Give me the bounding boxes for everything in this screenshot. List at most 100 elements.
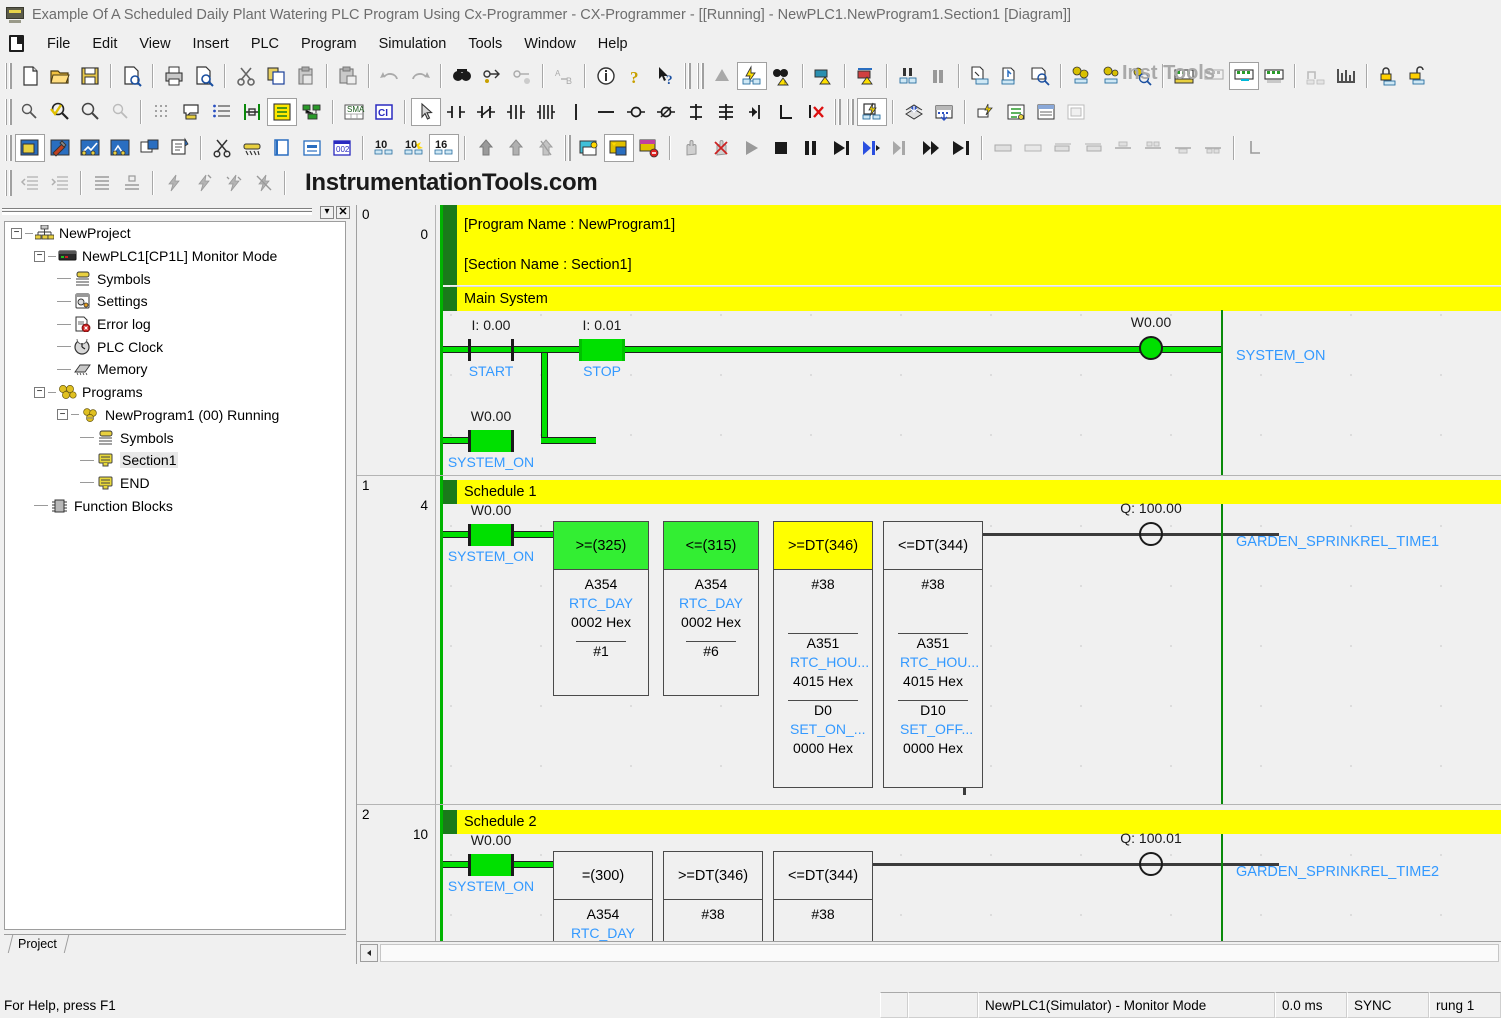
properties-icon[interactable] [591, 62, 621, 90]
tree-node-end[interactable]: END [5, 472, 345, 495]
expander-collapse-icon[interactable]: − [34, 386, 45, 398]
expander-collapse-icon[interactable]: − [11, 227, 22, 239]
menu-insert[interactable]: Insert [182, 33, 240, 55]
tree-node-symbols[interactable]: Symbols [5, 267, 345, 290]
menu-program[interactable]: Program [290, 33, 368, 55]
properties-window-icon[interactable] [165, 134, 195, 162]
symbol-table-icon[interactable] [267, 98, 297, 126]
new-coil-icon[interactable] [621, 98, 651, 126]
plc-memory-icon[interactable] [1169, 62, 1199, 90]
panel-menu-button[interactable]: ▾ [320, 205, 334, 219]
stop-icon[interactable] [766, 134, 796, 162]
expander-collapse-icon[interactable]: − [34, 250, 45, 262]
horizontal-scrollbar[interactable] [357, 941, 1501, 964]
coil-garden-sprinkler-1[interactable]: Q: 100.00 [1120, 500, 1182, 546]
cross-reference-icon[interactable] [297, 98, 327, 126]
plc-io-table-icon[interactable] [1199, 62, 1229, 90]
new-rung-icon[interactable] [771, 98, 801, 126]
replace-icon[interactable] [477, 62, 507, 90]
menu-tools[interactable]: Tools [457, 33, 513, 55]
address-list-icon[interactable] [1001, 98, 1031, 126]
menu-edit[interactable]: Edit [81, 33, 128, 55]
ladder-diagram-editor[interactable]: 0 0 [Program Name : NewProgram1] [Sectio… [356, 205, 1501, 964]
differentiate-monitor-icon[interactable] [1301, 62, 1331, 90]
toolbar-grip[interactable] [834, 99, 841, 125]
rung-row[interactable]: 1 4 Schedule 1 W0.00 SYSTEM_ON >=(325) A… [357, 476, 1501, 805]
new-instruction-icon[interactable] [681, 98, 711, 126]
align-icon[interactable] [988, 134, 1018, 162]
function-block-le-315[interactable]: <=(315) A354 RTC_DAY 0002 Hex #6 [663, 521, 759, 696]
function-block-ge-325[interactable]: >=(325) A354 RTC_DAY 0002 Hex #1 [553, 521, 649, 696]
select-mode-icon[interactable] [411, 98, 441, 126]
rung-row[interactable]: 0 0 [Program Name : NewProgram1] [Sectio… [357, 205, 1501, 476]
sma-table-icon[interactable]: SMA [339, 98, 369, 126]
paste-icon[interactable] [291, 62, 321, 90]
zoom-in-icon[interactable] [105, 98, 135, 126]
convert-to-b-icon[interactable]: AB [549, 62, 579, 90]
pause-hand-icon[interactable] [676, 134, 706, 162]
list-view-icon[interactable] [297, 134, 327, 162]
tree-node-programs[interactable]: − Programs [5, 381, 345, 404]
list-align-icon[interactable] [87, 169, 117, 197]
tree-node-plc-clock[interactable]: PLC Clock [5, 333, 345, 358]
cut-insert-icon[interactable] [207, 134, 237, 162]
plc-clock-icon[interactable] [1259, 62, 1289, 90]
output-window-icon[interactable] [1031, 98, 1061, 126]
clear-value-icon[interactable] [634, 134, 664, 162]
function-block-le-dt-344[interactable]: <=DT(344) #38 A351 RTC_HOU... 4015 Hex D… [883, 521, 983, 788]
transfer-to-plc-icon[interactable] [809, 62, 839, 90]
toolbar-grip[interactable] [5, 63, 12, 89]
project-tree[interactable]: − NewProject − NewPLC1[CP1L] Monitor Mod… [4, 221, 346, 930]
copy-icon[interactable] [261, 62, 291, 90]
contact-system-on-seal[interactable]: W0.00 SYSTEM_ON [448, 408, 534, 470]
menu-help[interactable]: Help [587, 33, 639, 55]
transfer-io-icon[interactable] [995, 62, 1025, 90]
cross-ref-popup-icon[interactable] [1061, 98, 1091, 126]
new-window-icon[interactable] [135, 134, 165, 162]
pause-icon[interactable] [796, 134, 826, 162]
toolbar-grip[interactable] [697, 63, 704, 89]
align5-icon[interactable] [1108, 134, 1138, 162]
function-block-le-dt-344-r2[interactable]: <=DT(344) #38 [773, 851, 873, 942]
tree-node-newproject[interactable]: − NewProject [5, 222, 345, 245]
function-block-ge-dt-346-r2[interactable]: >=DT(346) #38 [663, 851, 763, 942]
transfer-verify-icon[interactable] [1025, 62, 1055, 90]
align7-icon[interactable] [1168, 134, 1198, 162]
force-cancel-icon[interactable] [531, 134, 561, 162]
force-off-icon[interactable] [501, 134, 531, 162]
change-all-icon[interactable] [507, 62, 537, 90]
fast-forward-icon[interactable] [916, 134, 946, 162]
zoom-out-icon[interactable] [75, 98, 105, 126]
align6-icon[interactable] [1138, 134, 1168, 162]
bolt-step-icon[interactable] [189, 169, 219, 197]
section-icon[interactable] [267, 134, 297, 162]
scrollbar-track[interactable] [380, 944, 1499, 962]
indent-increase-icon[interactable] [45, 169, 75, 197]
scroll-left-icon[interactable] [360, 944, 378, 962]
function-block-ge-dt-346[interactable]: >=DT(346) #38 A351 RTC_HOU... 4015 Hex D… [773, 521, 873, 788]
tree-node-newplc1[interactable]: − NewPLC1[CP1L] Monitor Mode [5, 245, 345, 268]
new-pld-icon[interactable] [741, 98, 771, 126]
close-icon[interactable]: ✕ [336, 205, 350, 219]
coil-system-on[interactable]: W0.00 [1131, 314, 1171, 360]
transfer-cal-icon[interactable] [929, 98, 959, 126]
plc-setup-icon[interactable] [1229, 62, 1259, 90]
pause-mode-icon[interactable] [923, 62, 953, 90]
rung-body[interactable]: [Program Name : NewProgram1] [Section Na… [436, 205, 1501, 475]
tree-node-program-symbols[interactable]: Symbols [5, 426, 345, 449]
toolbar-grip[interactable] [5, 170, 12, 196]
horizontal-line-icon[interactable] [591, 98, 621, 126]
table-view-icon[interactable]: 002 [327, 134, 357, 162]
bolt-step2-icon[interactable] [219, 169, 249, 197]
print-setup-icon[interactable] [117, 62, 147, 90]
print-icon[interactable] [159, 62, 189, 90]
edit-hammer-icon[interactable] [45, 134, 75, 162]
new-closed-contact-icon[interactable] [471, 98, 501, 126]
new-file-icon[interactable] [15, 62, 45, 90]
tree-node-function-blocks[interactable]: Function Blocks [5, 494, 345, 517]
expander-collapse-icon[interactable]: − [57, 409, 68, 421]
corner-icon[interactable] [1240, 134, 1270, 162]
step-icon[interactable] [826, 134, 856, 162]
rung-comment-section-name[interactable]: [Section Name : Section1] [443, 245, 1501, 285]
compare-window-icon[interactable] [105, 134, 135, 162]
